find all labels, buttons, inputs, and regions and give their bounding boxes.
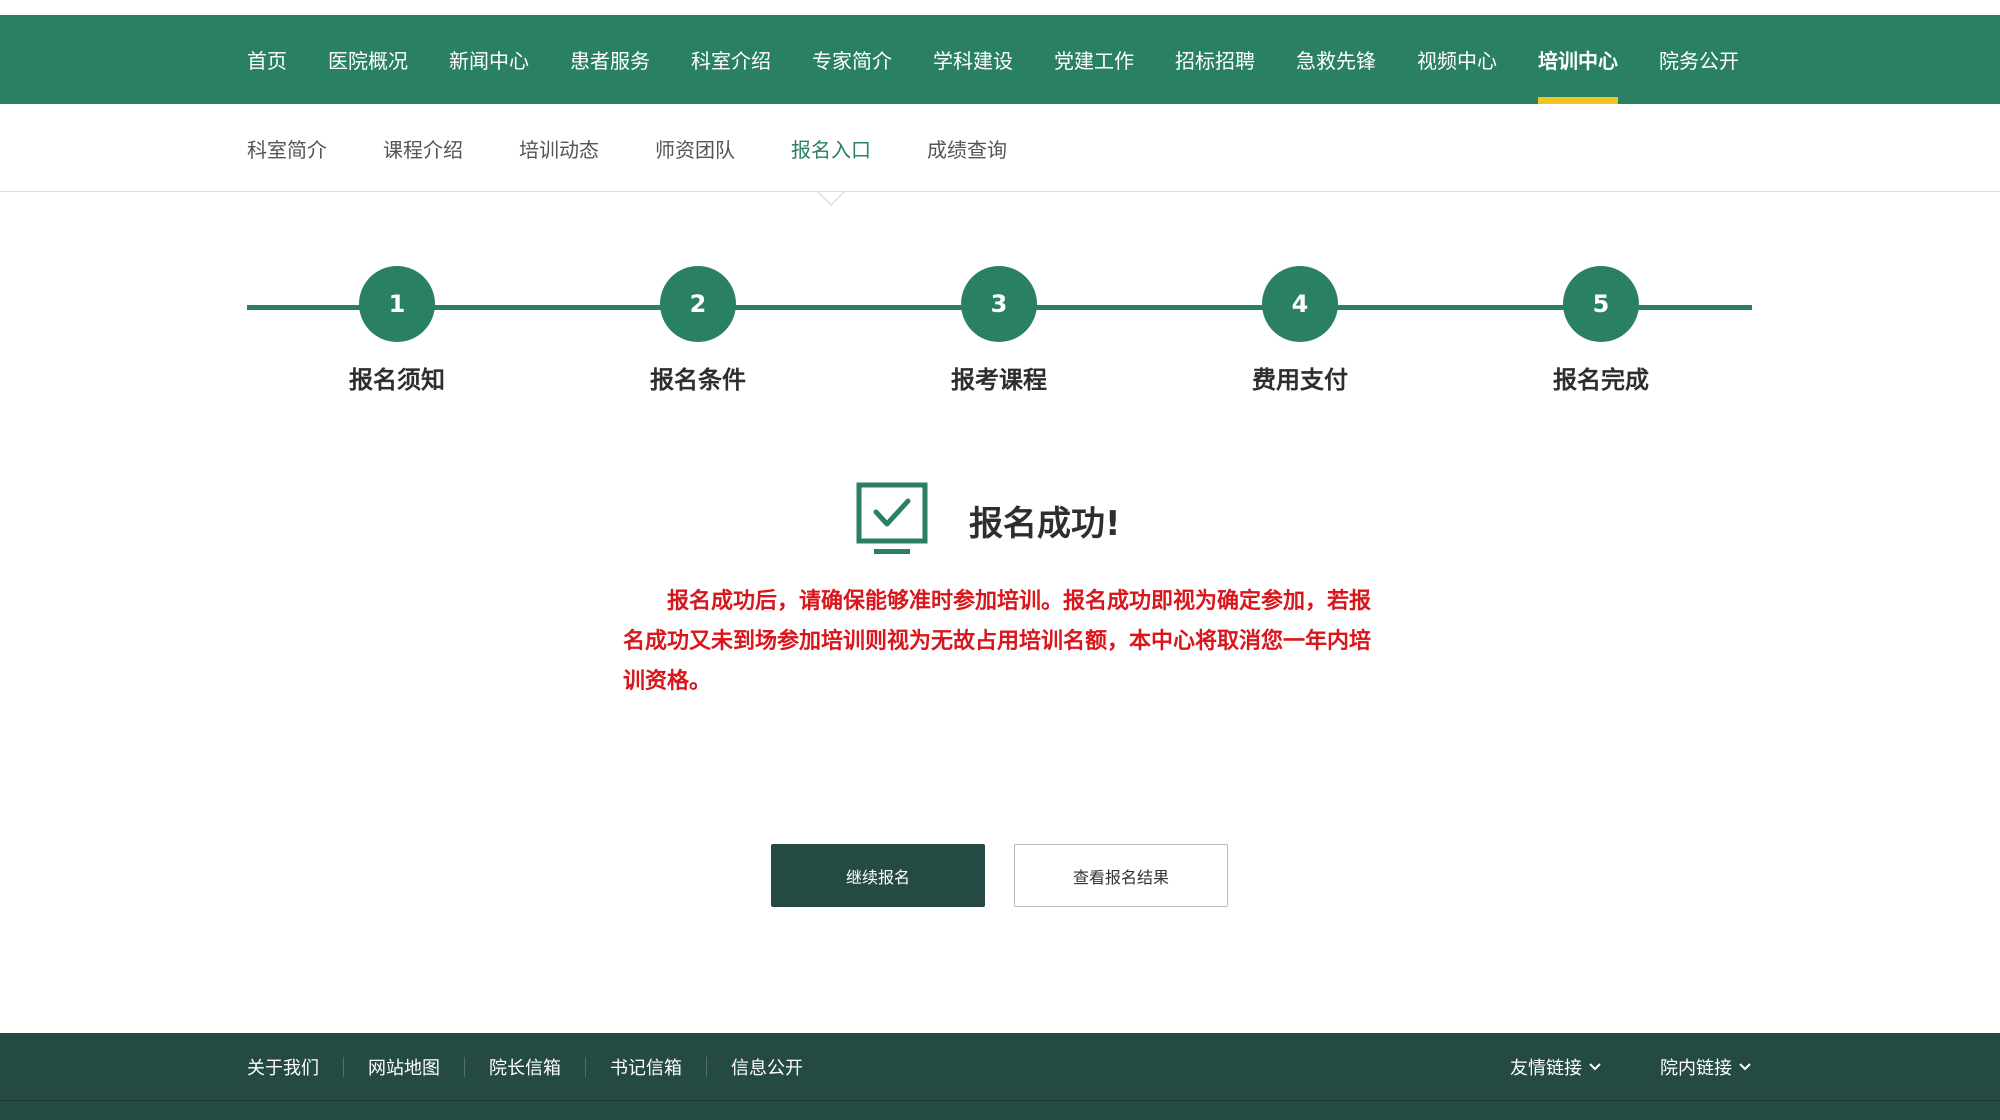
step-3: 3 报考课程 — [899, 266, 1099, 395]
sub-nav-item-training-news[interactable]: 培训动态 — [519, 104, 599, 192]
internal-links-dropdown[interactable]: 院内链接 — [1660, 1054, 1752, 1080]
monitor-check-icon — [856, 482, 928, 554]
sub-nav: 科室简介 课程介绍 培训动态 师资团队 报名入口 成绩查询 — [0, 104, 2000, 206]
success-notice: 报名成功后，请确保能够准时参加培训。报名成功即视为确定参加，若报名成功又未到场参… — [623, 589, 1372, 694]
footer-link-info-disclosure[interactable]: 信息公开 — [731, 1054, 803, 1080]
footer-link-secretary-mailbox[interactable]: 书记信箱 — [610, 1054, 682, 1080]
sub-nav-item-faculty[interactable]: 师资团队 — [655, 104, 735, 192]
main-nav-item-news[interactable]: 新闻中心 — [449, 15, 529, 104]
sub-nav-item-courses[interactable]: 课程介绍 — [383, 104, 463, 192]
step-label: 报名须知 — [349, 366, 445, 394]
footer-link-separator — [464, 1056, 465, 1077]
step-number: 3 — [961, 266, 1037, 342]
main-nav-item-hospital-overview[interactable]: 医院概况 — [328, 15, 408, 104]
footer-links: 关于我们 网站地图 院长信箱 书记信箱 信息公开 — [247, 1033, 803, 1100]
footer-link-separator — [585, 1056, 586, 1077]
sub-nav-item-registration[interactable]: 报名入口 — [791, 104, 871, 206]
step-label: 费用支付 — [1252, 366, 1348, 394]
step-4: 4 费用支付 — [1200, 266, 1400, 395]
main-nav-item-departments[interactable]: 科室介绍 — [691, 15, 771, 104]
main-nav: 首页 医院概况 新闻中心 患者服务 科室介绍 专家简介 学科建设 党建工作 招标… — [0, 15, 2000, 104]
main-nav-item-tenders-jobs[interactable]: 招标招聘 — [1175, 15, 1255, 104]
step-label: 报考课程 — [951, 366, 1047, 394]
main-nav-item-patient-services[interactable]: 患者服务 — [570, 15, 650, 104]
footer-link-about-us[interactable]: 关于我们 — [247, 1054, 319, 1080]
footer-link-separator — [706, 1056, 707, 1077]
success-header: 报名成功! — [855, 480, 1121, 560]
footer-dropdowns: 友情链接 院内链接 — [1452, 1033, 1752, 1100]
step-number: 2 — [660, 266, 736, 342]
chevron-down-icon — [1589, 1062, 1601, 1070]
main-nav-item-discipline[interactable]: 学科建设 — [933, 15, 1013, 104]
main-nav-item-party-work[interactable]: 党建工作 — [1054, 15, 1134, 104]
footer: 关于我们 网站地图 院长信箱 书记信箱 信息公开 友情链接 院内链接 — [0, 1033, 2000, 1120]
internal-links-label: 院内链接 — [1660, 1057, 1732, 1079]
step-number: 5 — [1563, 266, 1639, 342]
main-nav-item-home[interactable]: 首页 — [247, 15, 287, 104]
friendly-links-label: 友情链接 — [1510, 1057, 1582, 1079]
view-registration-result-button[interactable]: 查看报名结果 — [1014, 844, 1228, 907]
footer-divider — [0, 1100, 2000, 1101]
footer-link-president-mailbox[interactable]: 院长信箱 — [489, 1054, 561, 1080]
sub-nav-item-score-query[interactable]: 成绩查询 — [927, 104, 1007, 192]
success-title: 报名成功! — [969, 503, 1121, 544]
main-nav-item-emergency[interactable]: 急救先锋 — [1296, 15, 1376, 104]
step-2: 2 报名条件 — [598, 266, 798, 395]
footer-link-sitemap[interactable]: 网站地图 — [368, 1054, 440, 1080]
registration-steps: 1 报名须知 2 报名条件 3 报考课程 4 费用支付 5 报名完成 — [247, 266, 1752, 406]
main-nav-item-disclosure[interactable]: 院务公开 — [1659, 15, 1739, 104]
step-number: 4 — [1262, 266, 1338, 342]
step-number: 1 — [359, 266, 435, 342]
step-1: 1 报名须知 — [297, 266, 497, 395]
step-label: 报名条件 — [650, 366, 746, 394]
step-label: 报名完成 — [1553, 366, 1649, 394]
main-nav-item-experts[interactable]: 专家简介 — [812, 15, 892, 104]
step-5: 5 报名完成 — [1501, 266, 1701, 395]
continue-registration-button[interactable]: 继续报名 — [771, 844, 985, 907]
footer-link-separator — [343, 1056, 344, 1077]
chevron-down-icon — [1739, 1062, 1751, 1070]
main-nav-item-training-center[interactable]: 培训中心 — [1538, 15, 1618, 104]
main-nav-item-video[interactable]: 视频中心 — [1417, 15, 1497, 104]
top-strip — [0, 0, 2000, 15]
sub-nav-item-department-intro[interactable]: 科室简介 — [247, 104, 327, 192]
friendly-links-dropdown[interactable]: 友情链接 — [1510, 1054, 1602, 1080]
